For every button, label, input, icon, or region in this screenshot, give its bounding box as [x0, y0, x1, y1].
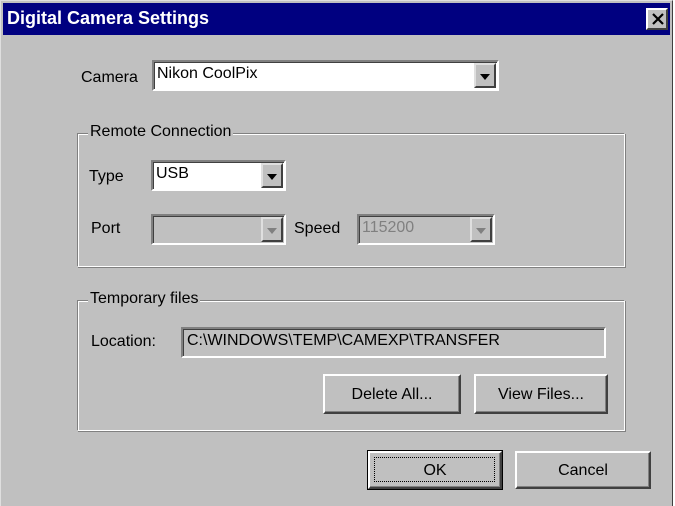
- camera-dropdown-button[interactable]: [474, 63, 496, 88]
- view-files-button[interactable]: View Files...: [474, 374, 608, 414]
- location-label: Location:: [91, 333, 156, 350]
- port-combobox[interactable]: [151, 214, 286, 245]
- cancel-label: Cancel: [558, 462, 608, 479]
- speed-combobox[interactable]: 115200: [357, 214, 495, 245]
- delete-all-label: Delete All...: [351, 386, 433, 403]
- speed-dropdown-button[interactable]: [470, 217, 492, 242]
- type-value: USB: [156, 165, 189, 182]
- ok-label: OK: [423, 462, 447, 479]
- chevron-down-icon: [476, 227, 486, 234]
- type-combobox[interactable]: USB: [151, 160, 286, 191]
- temporary-files-legend: Temporary files: [88, 290, 201, 308]
- chevron-down-icon: [267, 173, 277, 180]
- location-value: C:\WINDOWS\TEMP\CAMEXP\TRANSFER: [187, 332, 500, 349]
- speed-label: Speed: [294, 220, 341, 237]
- location-field[interactable]: C:\WINDOWS\TEMP\CAMEXP\TRANSFER: [181, 327, 606, 358]
- ok-button[interactable]: OK: [367, 450, 503, 490]
- delete-all-button[interactable]: Delete All...: [323, 374, 461, 414]
- close-icon: [652, 13, 664, 25]
- type-dropdown-button[interactable]: [261, 163, 283, 188]
- speed-value: 115200: [362, 219, 415, 236]
- close-button[interactable]: [646, 8, 668, 30]
- remote-connection-group: [77, 133, 625, 267]
- camera-value: Nikon CoolPix: [157, 65, 258, 82]
- port-dropdown-button[interactable]: [261, 217, 283, 242]
- remote-connection-legend: Remote Connection: [88, 123, 234, 141]
- dialog-window: Digital Camera Settings Camera Nikon Coo…: [0, 0, 673, 506]
- port-label: Port: [91, 220, 121, 237]
- camera-label: Camera: [81, 69, 138, 86]
- title-bar[interactable]: Digital Camera Settings: [3, 3, 670, 35]
- chevron-down-icon: [267, 227, 277, 234]
- window-title: Digital Camera Settings: [7, 8, 210, 28]
- cancel-button[interactable]: Cancel: [515, 451, 651, 489]
- type-label: Type: [89, 168, 124, 185]
- camera-combobox[interactable]: Nikon CoolPix: [152, 60, 499, 91]
- chevron-down-icon: [480, 73, 490, 80]
- view-files-label: View Files...: [498, 386, 584, 403]
